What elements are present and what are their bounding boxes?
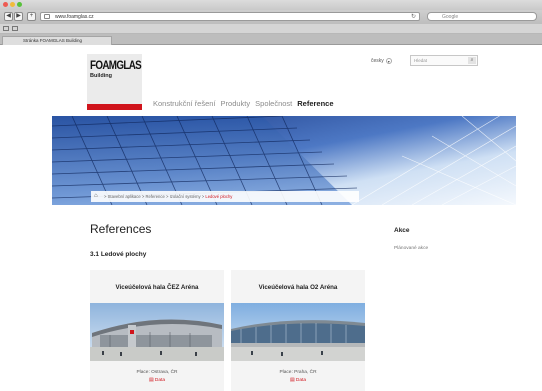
breadcrumb-separator: > [141, 194, 145, 199]
forward-icon[interactable]: ▶ [14, 12, 23, 21]
card-data-link[interactable]: ▤ Data [90, 378, 224, 383]
card-place: Place: Praha, ČR [279, 370, 317, 375]
card-data-label: Data [154, 378, 166, 383]
search-icon[interactable]: ⌕ [468, 57, 476, 64]
card-title[interactable]: Viceúčelová hala O2 Aréna [231, 284, 365, 291]
breadcrumb: ⌂ > Stavební aplikace > Reference > Izol… [91, 191, 359, 202]
page-title: References [90, 222, 152, 236]
arena-photo[interactable] [90, 303, 224, 361]
foamglas-logo[interactable]: FOAMGLAS Building [87, 54, 142, 110]
language-selector[interactable]: česky ▾ [371, 58, 392, 64]
minimize-window-icon[interactable] [10, 2, 15, 7]
nav-item-reference[interactable]: Reference [297, 99, 333, 108]
browser-search-input[interactable]: Google [427, 12, 537, 21]
web-page: FOAMGLAS Building česky ▾ Hledat ⌕ Konst… [0, 45, 542, 391]
logo-red-bar [87, 104, 142, 110]
section-subtitle: 3.1 Ledové plochy [90, 251, 147, 258]
back-icon[interactable]: ◀ [4, 12, 13, 21]
o2-arena-image [231, 303, 365, 361]
add-bookmark-icon[interactable]: + [27, 12, 36, 21]
reference-card[interactable]: Viceúčelová hala O2 Aréna Place: Praha, … [231, 270, 365, 391]
card-data-link[interactable]: ▤ Data [231, 378, 365, 383]
main-nav: Konstrukční řešení Produkty Společnost R… [153, 99, 334, 108]
site-search-placeholder: Hledat [414, 58, 428, 63]
pdf-icon: ▤ [148, 378, 154, 383]
breadcrumb-separator: > [165, 194, 169, 199]
zoom-window-icon[interactable] [17, 2, 22, 7]
breadcrumb-separator: > [104, 194, 107, 199]
planned-events-link[interactable]: Plánované akce [394, 246, 428, 251]
home-icon[interactable]: ⌂ [94, 193, 98, 199]
breadcrumb-current: Ledové plochy [205, 194, 233, 199]
card-title[interactable]: Viceúčelová hala ČEZ Aréna [90, 284, 224, 291]
close-window-icon[interactable] [3, 2, 8, 7]
site-icon [44, 14, 50, 19]
nav-item-produkty[interactable]: Produkty [221, 99, 251, 108]
breadcrumb-item[interactable]: Reference [145, 194, 164, 199]
browser-search-placeholder: Google [442, 14, 459, 20]
browser-tab[interactable]: Stránka FOAMGLAS Building [2, 36, 112, 45]
nav-item-spolecnost[interactable]: Společnost [255, 99, 292, 108]
cez-arena-image [90, 303, 224, 361]
address-bar[interactable]: www.foamglas.cz ↻ [40, 12, 420, 21]
browser-toolbar: ◀ ▶ + www.foamglas.cz ↻ Google [0, 10, 542, 24]
title-bar [0, 0, 542, 10]
language-label: česky [371, 58, 384, 64]
reload-icon[interactable]: ↻ [411, 13, 416, 21]
nav-item-konstrukcni-reseni[interactable]: Konstrukční řešení [153, 99, 216, 108]
chevron-down-icon: ▾ [385, 58, 392, 64]
bookmarks-bar [0, 24, 542, 34]
breadcrumb-separator: > [201, 194, 205, 199]
logo-title: FOAMGLAS [90, 58, 142, 72]
browser-window: ◀ ▶ + www.foamglas.cz ↻ Google Stránka F… [0, 0, 542, 391]
reference-card[interactable]: Viceúčelová hala ČEZ Aréna Place: Ostrav… [90, 270, 224, 391]
address-text: www.foamglas.cz [55, 14, 94, 20]
book-icon[interactable] [3, 26, 9, 31]
breadcrumb-item[interactable]: Stavební aplikace [108, 194, 141, 199]
card-data-label: Data [295, 378, 307, 383]
logo-subtitle: Building [90, 73, 112, 79]
grid-icon[interactable] [12, 26, 18, 31]
sidebar-title: Akce [394, 227, 410, 234]
breadcrumb-item[interactable]: Izolační systémy [170, 194, 201, 199]
arena-photo[interactable] [231, 303, 365, 361]
card-place: Place: Ostrava, ČR [136, 370, 178, 375]
tab-bar: Stránka FOAMGLAS Building [0, 34, 542, 45]
pdf-icon: ▤ [289, 378, 295, 383]
site-search-input[interactable]: Hledat ⌕ [410, 55, 478, 66]
